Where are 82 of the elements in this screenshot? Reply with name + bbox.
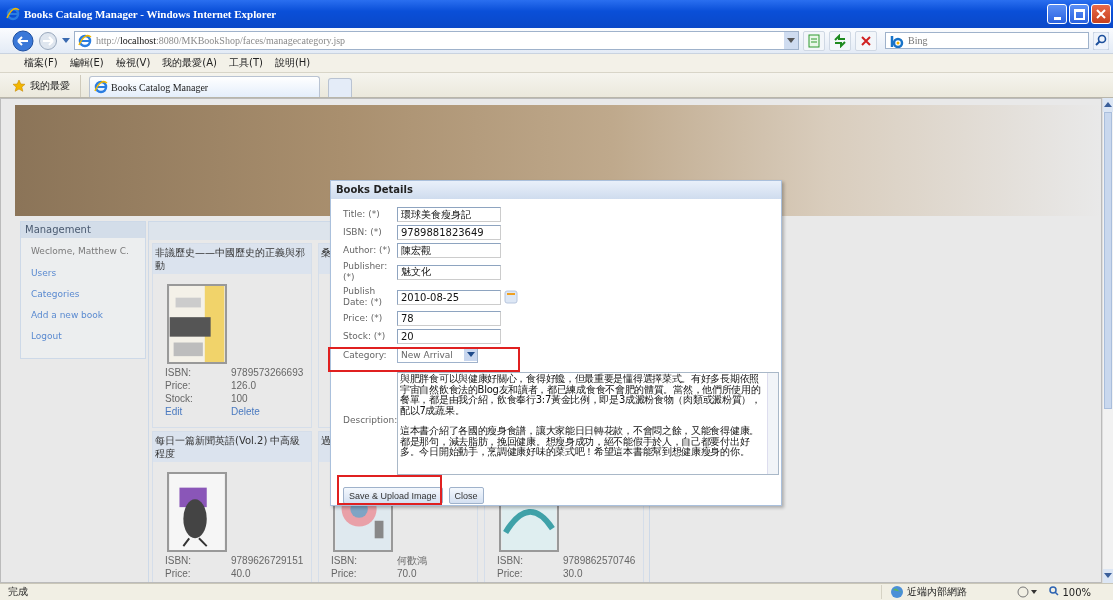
search-button[interactable] [1093,31,1109,50]
field-value: 9789626729151 [231,555,305,567]
favorites-button[interactable]: 我的最愛 [12,75,81,97]
field-label: Category: [343,349,388,361]
field-label: Price: [497,568,524,580]
browser-tab[interactable]: Books Catalog Manager [89,76,320,97]
panel-header: Management [21,222,145,238]
field-label: Price: [165,380,192,392]
field-label: Price: (*) [343,313,384,324]
card-link[interactable]: Delete [231,406,311,418]
field-value: 40.0 [231,568,252,580]
textarea-scrollbar[interactable] [767,373,778,474]
field-value: 30.0 [563,568,584,580]
field-label: ISBN: [165,367,193,379]
dialog-button[interactable]: Close [448,487,484,504]
caret-icon [787,37,795,44]
field-value: 126.0 [231,380,258,392]
field-label: ISBN: (*) [343,227,383,238]
back-button[interactable] [12,29,34,52]
page-icon [94,80,108,94]
field-label: Title: (*) [343,209,381,220]
field-value: 9789573266693 [231,367,305,379]
star-icon [12,79,26,93]
input-field[interactable]: 78 [397,311,501,326]
field-label: Stock: (*) [343,331,387,342]
menu-item[interactable]: 檢視(V) [115,56,151,70]
field-label: ISBN: [497,555,525,567]
field-label: ISBN: [331,555,359,567]
scroll-down-icon[interactable] [1104,573,1112,579]
browser-logo-icon [6,7,20,21]
book-title: 每日一篇新聞英語(Vol.2) 中高級程度 [153,432,311,462]
card-link[interactable]: Edit [165,406,231,418]
search-field[interactable]: Bing [885,32,1089,49]
close-button[interactable] [1091,4,1111,24]
zoom-level-button[interactable]: 100% [1049,586,1105,598]
refresh-icon[interactable] [833,33,847,48]
restore-button[interactable] [1069,4,1089,24]
status-text: 完成 [8,585,28,599]
page-icon [78,33,92,48]
close-icon [1096,9,1106,19]
description-field[interactable] [397,372,779,475]
security-zone-text: 近端內部網路 [907,585,968,599]
category-dropdown[interactable]: New Arrival [397,347,478,363]
menu-item[interactable]: 說明(H) [274,56,311,70]
dialog-title: Books Details [331,181,781,199]
input-field[interactable]: 陳宏觀 [397,243,501,258]
welcome-text: Weclome, Matthew C. [30,245,130,258]
window-title: Books Catalog Manager - Windows Internet Explorer [24,8,277,20]
stop-icon[interactable] [859,33,873,48]
menu-item[interactable]: 編輯(E) [69,56,104,70]
book-title: 非議歷史——中國歷史的正義與邪動 [153,244,311,274]
scroll-up-icon[interactable] [1104,102,1112,108]
caret-icon [466,352,475,358]
input-field[interactable]: 環球美食瘦身記 [397,207,501,222]
menu-item[interactable]: 工具(T) [229,56,263,70]
field-label: Publish Date: (*) [343,286,383,308]
field-label: Stock: [165,393,194,405]
search-engine-logo-icon [889,36,905,48]
dropdown-caret-icon[interactable] [62,37,70,44]
field-value: 100 [231,393,249,405]
field-label: Price: [331,568,358,580]
input-field[interactable]: 9789881823649 [397,225,501,240]
address-dropdown-button[interactable] [784,32,798,49]
globe-icon [890,585,905,599]
field-label: ISBN: [165,555,193,567]
description-paragraph: 與肥胖食可以與健康好關心，食得好饞，但最重要是懂得選擇菜式。有好多長期依照宇宙自然飲食法的Blog友和讀者，都已練成食食不會肥的體質。當然，他們所使用的餐單，都是由我介紹，飲食奉行3:7黃金比例，即是3成澱粉食物（肉類或澱粉質），配以7成蔬果。 [400,374,762,416]
input-field[interactable]: 20 [397,329,501,344]
protected-mode-icon[interactable] [1017,586,1040,598]
address-field[interactable]: http://localhost:8080/MKBookShop/faces/managecategory.jsp [74,31,799,50]
field-value: 70.0 [397,568,418,580]
vertical-scrollbar[interactable] [1102,98,1113,583]
menu-item[interactable]: 檔案(F) [24,56,58,70]
zoom-icon [1049,586,1060,596]
input-field[interactable]: 2010-08-25 [397,289,501,305]
menu-item[interactable]: 我的最愛(A) [162,56,217,70]
field-label: Author: (*) [343,245,392,256]
field-label: Price: [165,568,192,580]
field-value: 何歡鴻 [397,555,428,567]
minimize-button[interactable] [1047,4,1067,24]
url-text: http://localhost:8080/MKBookShop/faces/managecategory.jsp [96,35,346,46]
field-value: 9789862570746 [563,555,637,567]
input-field[interactable]: 魅文化 [397,264,501,280]
